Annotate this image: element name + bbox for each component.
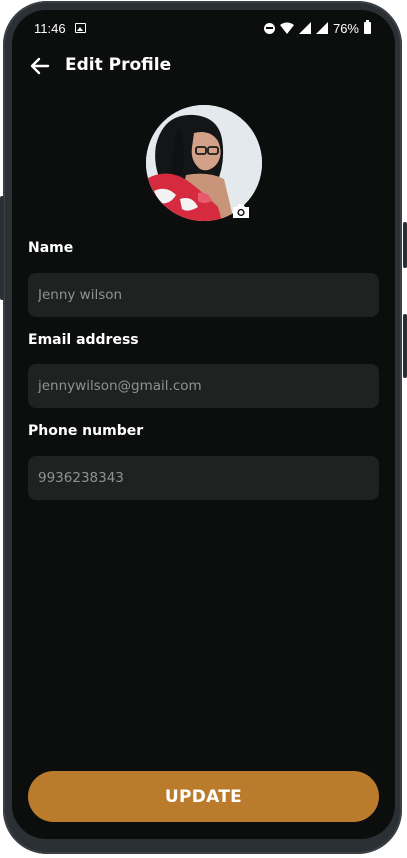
status-icons: 76% (263, 20, 371, 36)
battery-icon (364, 20, 371, 34)
phone-field[interactable] (28, 456, 379, 500)
dnd-icon (263, 22, 275, 34)
volume-button (0, 196, 4, 300)
power-button (403, 314, 407, 378)
status-time: 11:46 (34, 21, 66, 36)
wifi-icon (279, 22, 294, 34)
email-field[interactable] (28, 364, 379, 408)
name-field[interactable] (28, 273, 379, 317)
signal-icon (298, 22, 311, 34)
update-button[interactable]: UPDATE (28, 771, 379, 822)
name-label: Name (28, 240, 74, 256)
header: Edit Profile (12, 50, 395, 90)
signal-icon (315, 22, 328, 34)
image-icon (75, 23, 86, 33)
email-label: Email address (28, 332, 139, 348)
page-title: Edit Profile (65, 55, 172, 75)
status-bar: 11:46 76% (12, 10, 395, 48)
battery-percent: 76% (332, 20, 359, 36)
camera-icon[interactable] (231, 203, 251, 219)
arrow-left-icon[interactable] (28, 54, 52, 78)
phone-label: Phone number (28, 423, 144, 439)
app-screen: 11:46 76% Edit Profile Name Jenny wilson… (12, 10, 395, 839)
side-button-top (403, 222, 407, 268)
